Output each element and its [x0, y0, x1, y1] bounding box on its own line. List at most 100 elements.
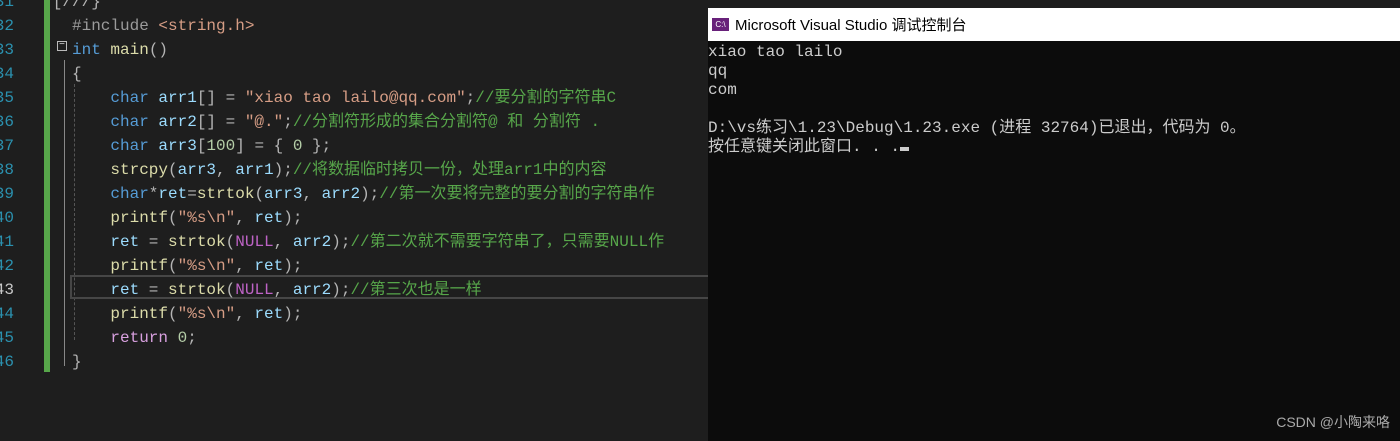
code-token: arr2 — [158, 113, 197, 131]
code-text: printf("%s\n", ret); — [110, 206, 302, 230]
console-line-text: D:\vs练习\1.23\Debug\1.23.exe (进程 32764)已退… — [708, 119, 1246, 137]
code-line[interactable]: 46} — [0, 350, 708, 374]
code-token: , — [235, 305, 255, 323]
console-line: 按任意键关闭此窗口. . . — [708, 138, 1400, 157]
code-token: ( — [168, 305, 178, 323]
code-token: [] = — [196, 113, 245, 131]
code-token: arr2 — [321, 185, 361, 203]
code-token: ; — [187, 329, 197, 347]
code-line[interactable]: 44 printf("%s\n", ret); — [0, 302, 708, 326]
code-token: //要分割的字符串C — [475, 89, 617, 107]
code-token: #include — [72, 17, 159, 35]
code-token: //分割符形成的集合分割符@ 和 分割符 . — [292, 113, 601, 131]
code-text: strcpy(arr3, arr1);//将数据临时拷贝一份，处理arr1中的内… — [110, 158, 606, 182]
code-token: ( — [225, 281, 236, 299]
code-token: //第三次也是一样 — [350, 281, 482, 299]
code-token: arr2 — [292, 281, 332, 299]
code-token: strtok — [196, 185, 255, 203]
console-title-bar[interactable]: C:\ Microsoft Visual Studio 调试控制台 — [708, 8, 1400, 41]
code-token: , — [273, 233, 293, 251]
console-line: D:\vs练习\1.23\Debug\1.23.exe (进程 32764)已退… — [708, 119, 1400, 138]
line-number: 39 — [0, 185, 14, 203]
code-token: //将数据临时拷贝一份，处理arr1中的内容 — [292, 161, 607, 179]
code-token: ); — [331, 281, 351, 299]
code-token: 0 — [177, 329, 188, 347]
code-token: { — [72, 65, 82, 83]
code-token: ); — [331, 233, 351, 251]
line-number: 36 — [0, 113, 14, 131]
code-text: { — [72, 62, 82, 86]
code-token: NULL — [235, 233, 274, 251]
line-number: 34 — [0, 65, 14, 83]
line-number: 37 — [0, 137, 14, 155]
code-token: ; — [465, 89, 476, 107]
code-token: = — [139, 233, 169, 251]
code-token: //第二次就不需要字符串了，只需要NULL作 — [350, 233, 665, 251]
code-token: ( — [254, 185, 265, 203]
code-text: return 0; — [110, 326, 196, 350]
code-text: printf("%s\n", ret); — [110, 254, 302, 278]
code-token: ret — [254, 209, 284, 227]
code-token: ret — [110, 233, 140, 251]
code-line[interactable]: 31 [///} — [0, 0, 708, 14]
code-line[interactable]: 41 ret = strtok(NULL, arr2);//第二次就不需要字符串了… — [0, 230, 708, 254]
code-line[interactable]: 43 ret = strtok(NULL, arr2);//第三次也是一样 — [0, 278, 708, 302]
code-token: NULL — [235, 281, 274, 299]
code-token: }; — [302, 137, 332, 155]
code-text: char arr2[] = "@.";//分割符形成的集合分割符@ 和 分割符 … — [110, 110, 600, 134]
code-token: return — [110, 329, 168, 347]
code-token: ); — [283, 209, 303, 227]
code-token: } — [72, 353, 82, 371]
code-line[interactable]: 35 char arr1[] = "xiao tao lailo@qq.com";… — [0, 86, 708, 110]
code-token: () — [148, 41, 169, 59]
code-token: main — [110, 41, 149, 59]
code-line[interactable]: 34 { — [0, 62, 708, 86]
code-token: 100 — [206, 137, 236, 155]
code-line[interactable]: 33 int main() — [0, 38, 708, 62]
line-number: 46 — [0, 353, 14, 371]
console-line: qq — [708, 62, 1400, 81]
code-token: ( — [225, 233, 236, 251]
code-token: ( — [168, 209, 178, 227]
code-line[interactable]: 40 printf("%s\n", ret); — [0, 206, 708, 230]
code-token: //第一次要将完整的要分割的字符串作 — [379, 185, 655, 203]
code-text: printf("%s\n", ret); — [110, 302, 302, 326]
code-text: char*ret=strtok(arr3, arr2);//第一次要将完整的要分… — [110, 182, 654, 206]
code-token: = — [187, 185, 197, 203]
code-line[interactable]: 39 char*ret=strtok(arr3, arr2);//第一次要将完整的… — [0, 182, 708, 206]
code-token: strcpy — [110, 161, 168, 179]
console-line: com — [708, 81, 1400, 100]
code-line[interactable]: 36 char arr2[] = "@.";//分割符形成的集合分割符@ 和 分割… — [0, 110, 708, 134]
line-number: 38 — [0, 161, 14, 179]
code-token: , — [235, 209, 255, 227]
line-number: 35 — [0, 89, 14, 107]
code-token: arr3 — [158, 137, 197, 155]
code-token: "@." — [244, 113, 284, 131]
console-title: Microsoft Visual Studio 调试控制台 — [735, 17, 967, 34]
code-token: int — [72, 41, 101, 59]
code-token: char — [110, 89, 149, 107]
debug-console-window[interactable]: C:\ Microsoft Visual Studio 调试控制台 xiao t… — [708, 8, 1400, 441]
code-editor[interactable]: − 31[///}32#include <string.h>33int main… — [0, 0, 710, 441]
console-line-text: com — [708, 81, 737, 99]
code-line[interactable]: 38 strcpy(arr3, arr1);//将数据临时拷贝一份，处理arr1中… — [0, 158, 708, 182]
code-text: int main() — [72, 38, 168, 62]
code-token: arr2 — [292, 233, 332, 251]
code-line[interactable]: 32 #include <string.h> — [0, 14, 708, 38]
console-line-text: xiao tao lailo — [708, 43, 843, 61]
code-token: printf — [110, 257, 168, 275]
code-token: * — [148, 185, 159, 203]
code-token: ( — [168, 161, 178, 179]
code-token: char — [110, 185, 149, 203]
code-line[interactable]: 37 char arr3[100] = { 0 }; — [0, 134, 708, 158]
code-line[interactable]: 45 return 0; — [0, 326, 708, 350]
code-token: [///} — [52, 0, 101, 11]
code-line[interactable]: 42 printf("%s\n", ret); — [0, 254, 708, 278]
code-token: ( — [168, 257, 178, 275]
code-text: #include <string.h> — [72, 14, 254, 38]
console-app-icon: C:\ — [712, 18, 729, 31]
code-text: char arr1[] = "xiao tao lailo@qq.com";//… — [110, 86, 616, 110]
code-token: "%s\n" — [177, 305, 236, 323]
code-token: arr3 — [264, 185, 303, 203]
